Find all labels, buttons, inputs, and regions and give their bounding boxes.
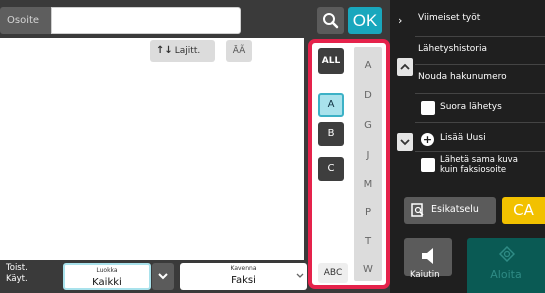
font-size-toggle[interactable]: ĀÃ — [226, 40, 252, 62]
index-letter-m[interactable]: M — [354, 179, 382, 190]
add-new-button[interactable]: Lisää Uusi — [440, 133, 486, 143]
divider — [415, 64, 545, 65]
sort-button[interactable]: ↑↓ Lajitt. — [150, 40, 215, 62]
preview-icon — [411, 203, 424, 217]
divider — [415, 122, 545, 123]
category-value: Kaikki — [92, 277, 122, 288]
narrow-value: Faksi — [231, 275, 256, 286]
narrow-label: Kavenna — [230, 265, 257, 272]
divider — [415, 36, 545, 37]
menu-search-number[interactable]: Nouda hakunumero — [418, 72, 507, 82]
divider — [415, 93, 545, 94]
index-letter-j[interactable]: J — [354, 150, 382, 161]
group-a-button[interactable]: A — [318, 93, 344, 117]
category-dropdown-button[interactable] — [152, 263, 174, 290]
recent-line2: Käyt. — [6, 274, 28, 284]
start-icon — [499, 246, 515, 262]
chevron-down-icon — [296, 273, 304, 278]
address-list — [0, 38, 304, 260]
chevron-down-icon — [400, 139, 410, 146]
send-same-image-checkbox[interactable] — [421, 158, 435, 172]
divider — [415, 151, 545, 152]
start-button[interactable]: Aloita — [467, 238, 545, 293]
send-same-image-label: Lähetä sama kuva kuin faksiosoite — [440, 155, 518, 175]
chevron-down-icon — [158, 273, 168, 280]
address-input[interactable] — [51, 7, 241, 34]
search-button[interactable] — [317, 7, 344, 34]
index-letter-g[interactable]: G — [354, 120, 382, 131]
chevron-up-icon — [400, 63, 410, 70]
menu-arrow-icon[interactable]: › — [398, 14, 402, 27]
group-b-button[interactable]: B — [318, 122, 344, 146]
recent-line1: Toist. — [6, 263, 28, 273]
menu-recent-jobs[interactable]: Viimeiset työt — [418, 13, 480, 23]
index-letter-w[interactable]: W — [354, 264, 382, 275]
all-button[interactable]: ALL — [318, 48, 344, 74]
scroll-down-button[interactable] — [397, 133, 413, 151]
preview-label: Esikatselu — [431, 204, 479, 215]
add-new-icon: + — [421, 133, 434, 146]
index-letter-a[interactable]: A — [354, 60, 382, 71]
direct-send-label: Suora lähetys — [440, 102, 502, 112]
abc-toggle-button[interactable]: ABC — [318, 263, 348, 283]
sort-label: Lajitt. — [174, 46, 201, 56]
category-select[interactable]: Luokka Kaikki — [63, 263, 151, 290]
speaker-label: Kaiutin — [410, 270, 440, 280]
sort-icon: ↑↓ — [156, 45, 173, 56]
index-letter-d[interactable]: D — [354, 90, 382, 101]
start-label: Aloita — [490, 268, 522, 281]
send-same-line1: Lähetä sama kuva — [440, 155, 518, 165]
ok-button[interactable]: OK — [348, 7, 382, 34]
narrow-select[interactable]: Kavenna Faksi — [180, 263, 307, 290]
ca-button[interactable]: CA — [502, 197, 545, 224]
index-letter-p[interactable]: P — [354, 207, 382, 218]
group-c-button[interactable]: C — [318, 157, 344, 181]
menu-send-history[interactable]: Lähetyshistoria — [418, 44, 487, 54]
index-letter-t[interactable]: T — [354, 236, 382, 247]
scroll-up-button[interactable] — [397, 58, 413, 76]
address-label: Osoite — [0, 7, 51, 34]
search-icon — [323, 13, 339, 29]
speaker-icon — [422, 248, 433, 264]
direct-send-checkbox[interactable] — [421, 101, 435, 115]
recent-used-label[interactable]: Toist. Käyt. — [6, 263, 28, 285]
category-label: Luokka — [96, 267, 118, 274]
send-same-line2: kuin faksiosoite — [440, 165, 507, 175]
preview-button[interactable]: Esikatselu — [404, 197, 496, 224]
